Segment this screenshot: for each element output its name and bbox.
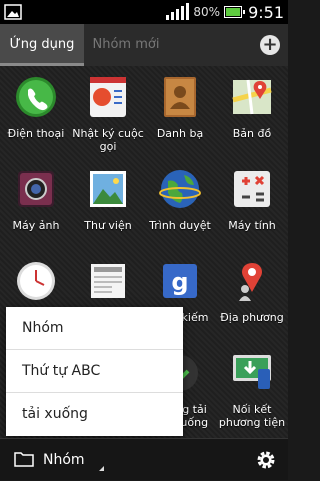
app-label: Danh bạ	[156, 127, 204, 140]
add-group-button[interactable]: +	[260, 35, 280, 55]
app-label: Máy tính	[228, 219, 276, 232]
maps-icon	[232, 79, 272, 115]
app-label: Máy ảnh	[12, 219, 60, 232]
menu-item-downloads[interactable]: tải xuống	[6, 393, 183, 436]
app-label: Bản đồ	[232, 127, 272, 140]
app-news[interactable]	[72, 259, 144, 311]
signal-icon	[166, 3, 190, 20]
news-icon	[91, 264, 125, 298]
app-local[interactable]: Địa phương	[216, 259, 288, 324]
call-log-icon	[90, 77, 126, 117]
app-contacts[interactable]: Danh bạ	[144, 75, 216, 140]
group-dropdown[interactable]: Nhóm	[43, 439, 85, 481]
clock-icon	[17, 262, 55, 300]
menu-item-abc-order[interactable]: Thứ tự ABC	[6, 350, 183, 393]
camera-icon	[18, 171, 54, 207]
gallery-icon	[90, 171, 126, 207]
tab-new-group[interactable]: Nhóm mới	[84, 24, 168, 66]
app-maps[interactable]: Bản đồ	[216, 75, 288, 140]
calculator-icon	[234, 171, 270, 207]
app-browser[interactable]: Trình duyệt	[144, 167, 216, 232]
dropdown-caret-icon[interactable]	[99, 466, 104, 471]
google-search-icon: g	[163, 264, 197, 298]
tab-apps[interactable]: Ứng dụng	[0, 24, 84, 66]
app-label: Nối kết phương tiện	[218, 403, 286, 429]
app-call-log[interactable]: Nhật ký cuộc gọi	[72, 75, 144, 153]
battery-percent: 80%	[193, 5, 221, 19]
app-gallery[interactable]: Thư viện	[72, 167, 144, 232]
app-label: Thư viện	[84, 219, 132, 232]
battery-icon	[224, 6, 246, 18]
app-clock[interactable]	[0, 259, 72, 311]
app-camera[interactable]: Máy ảnh	[0, 167, 72, 232]
local-icon	[239, 263, 262, 301]
app-media-connect[interactable]: Nối kết phương tiện	[216, 351, 288, 429]
bottom-bar: Nhóm	[0, 438, 288, 480]
notification-image-icon	[4, 4, 22, 20]
status-bar: 80% 9:51	[0, 0, 288, 24]
sort-popup-menu: Nhóm Thứ tự ABC tải xuống	[6, 307, 183, 436]
app-phone[interactable]: Điện thoại	[0, 75, 72, 140]
tab-bar: Ứng dụng Nhóm mới +	[0, 24, 288, 66]
phone-icon	[16, 77, 56, 117]
app-label: Điện thoại	[7, 127, 65, 140]
folder-icon[interactable]	[14, 451, 34, 467]
browser-icon	[159, 170, 201, 208]
contacts-icon	[164, 77, 196, 117]
app-label: Trình duyệt	[149, 219, 211, 232]
clock-time: 9:51	[248, 2, 284, 22]
app-label: Địa phương	[220, 311, 284, 324]
svg-text:g: g	[171, 268, 188, 296]
app-calculator[interactable]: Máy tính	[216, 167, 288, 232]
menu-item-group[interactable]: Nhóm	[6, 307, 183, 350]
gear-icon[interactable]	[254, 448, 278, 472]
app-label: Nhật ký cuộc gọi	[72, 127, 144, 153]
media-connect-icon	[233, 355, 271, 389]
plus-icon: +	[262, 34, 278, 55]
